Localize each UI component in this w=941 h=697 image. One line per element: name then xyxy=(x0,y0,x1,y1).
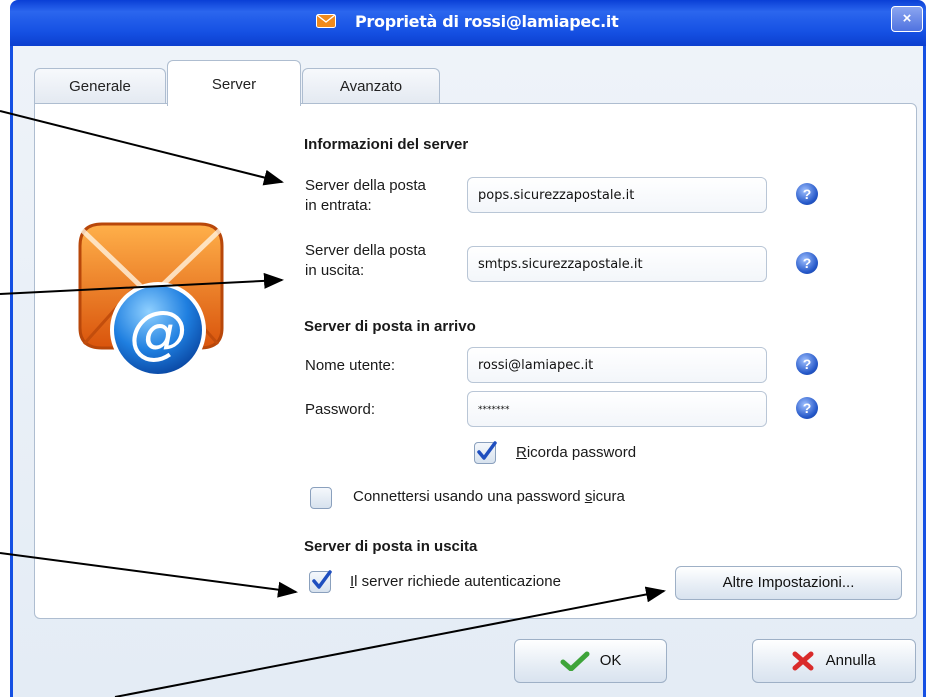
ok-button[interactable]: OK xyxy=(514,639,667,683)
tab-avanzato[interactable]: Avanzato xyxy=(302,68,440,104)
window-title: Proprietà di rossi@lamiapec.it xyxy=(355,12,619,31)
remember-password-checkbox[interactable] xyxy=(474,441,497,464)
tab-generale[interactable]: Generale xyxy=(34,68,166,104)
ok-label: OK xyxy=(599,652,622,669)
check-icon xyxy=(560,651,590,672)
password-field[interactable]: ******* xyxy=(467,391,767,427)
help-icon[interactable]: ? xyxy=(796,183,818,205)
server-info-heading: Informazioni del server xyxy=(304,136,469,153)
username-label: Nome utente: xyxy=(305,357,396,374)
help-icon[interactable]: ? xyxy=(796,252,818,274)
more-settings-button[interactable]: Altre Impostazioni... xyxy=(675,566,902,600)
help-icon[interactable]: ? xyxy=(796,397,818,419)
checkmark-icon xyxy=(477,441,497,460)
cancel-button[interactable]: Annulla xyxy=(752,639,916,683)
tab-server[interactable]: Server xyxy=(167,60,301,106)
secure-password-checkbox[interactable] xyxy=(310,487,332,509)
outgoing-server-heading: Server di posta in uscita xyxy=(304,538,478,555)
cancel-x-icon xyxy=(792,651,814,671)
email-account-icon: @ xyxy=(78,222,224,378)
secure-password-label[interactable]: Connettersi usando una password sicura xyxy=(353,488,625,505)
incoming-server-label: Server della posta in entrata: xyxy=(305,177,426,214)
outgoing-server-label: Server della posta in uscita: xyxy=(305,242,426,279)
close-button[interactable]: × xyxy=(891,6,923,32)
checkmark-icon xyxy=(312,570,332,589)
properties-dialog: Proprietà di rossi@lamiapec.it × General… xyxy=(0,0,941,697)
server-requires-auth-checkbox[interactable] xyxy=(309,570,332,593)
username-field[interactable]: rossi@lamiapec.it xyxy=(467,347,767,383)
svg-text:@: @ xyxy=(129,298,187,366)
remember-password-label[interactable]: Ricorda password xyxy=(516,444,636,461)
help-icon[interactable]: ? xyxy=(796,353,818,375)
incoming-server-heading: Server di posta in arrivo xyxy=(304,318,476,335)
server-requires-auth-label[interactable]: Il server richiede autenticazione xyxy=(350,573,561,590)
title-bar[interactable]: Proprietà di rossi@lamiapec.it × xyxy=(10,0,926,46)
cancel-label: Annulla xyxy=(825,652,876,669)
password-label: Password: xyxy=(305,401,376,418)
incoming-server-field[interactable]: pops.sicurezzapostale.it xyxy=(467,177,767,213)
envelope-icon xyxy=(316,14,336,28)
outgoing-server-field[interactable]: smtps.sicurezzapostale.it xyxy=(467,246,767,282)
